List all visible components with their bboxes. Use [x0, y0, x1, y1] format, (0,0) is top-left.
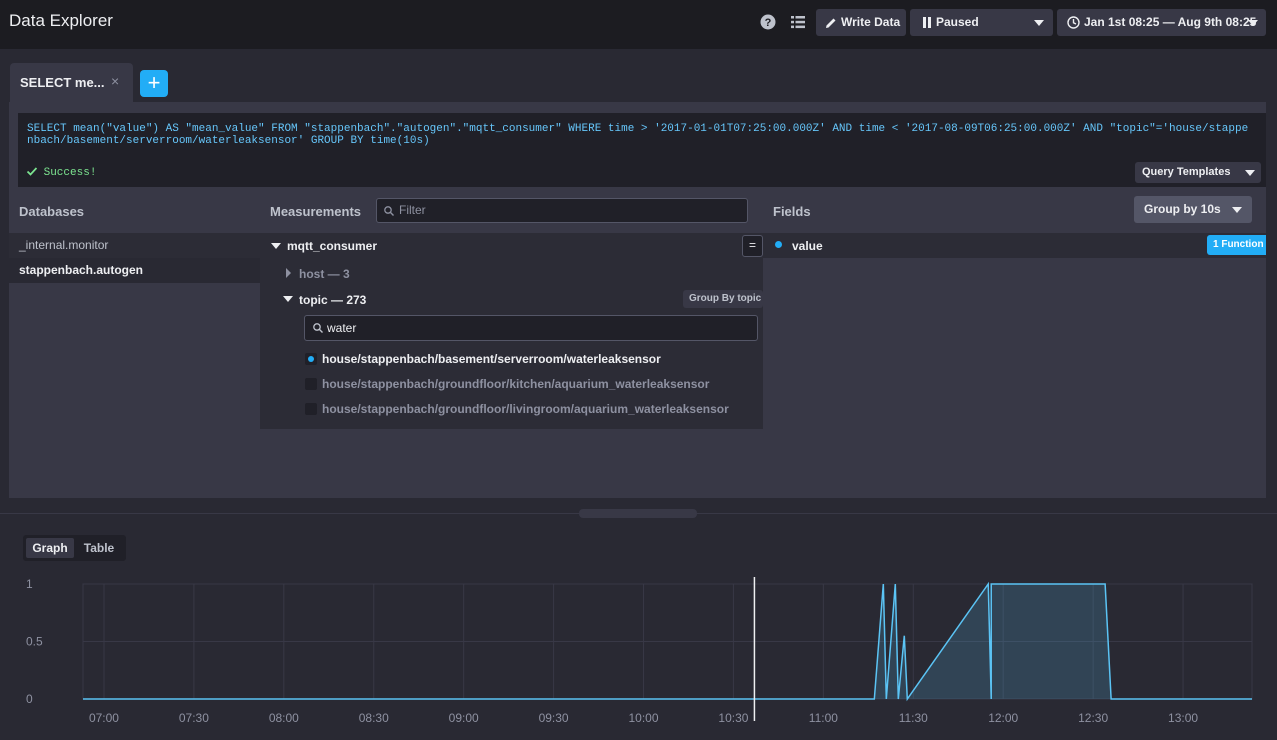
query-builder: SELECT mean("value") AS "mean_value" FRO…	[9, 102, 1266, 498]
auto-refresh-dropdown[interactable]: Paused	[910, 9, 1053, 36]
tag-value-checkbox[interactable]	[305, 378, 317, 390]
x-tick-label: 12:00	[988, 711, 1018, 725]
x-tick-label: 09:00	[449, 711, 479, 725]
page-title: Data Explorer	[9, 11, 113, 30]
search-icon	[384, 206, 394, 216]
x-tick-label: 07:30	[179, 711, 209, 725]
search-icon	[313, 323, 323, 333]
x-tick-label: 10:30	[718, 711, 748, 725]
measurement-item-mqtt-consumer[interactable]: mqtt_consumer	[287, 239, 377, 253]
x-tick-label: 08:30	[359, 711, 389, 725]
write-data-button[interactable]: Write Data	[816, 9, 906, 36]
query-templates-label: Query Templates	[1142, 166, 1231, 178]
tag-value-item[interactable]: house/stappenbach/groundfloor/livingroom…	[322, 402, 729, 416]
function-selector-button[interactable]: 1 Function	[1207, 235, 1266, 255]
line-graph[interactable]: 07:00 07:30 08:00 08:30 09:00 09:30 10:00 10:30…	[9, 529, 1266, 740]
database-item-internal-monitor[interactable]: _internal.monitor	[9, 233, 260, 258]
query-tab[interactable]: SELECT me... ×	[10, 63, 133, 102]
query-text[interactable]: SELECT mean("value") AS "mean_value" FRO…	[27, 123, 1252, 147]
expand-right-icon[interactable]	[286, 268, 291, 278]
clock-icon	[1067, 16, 1080, 29]
help-icon[interactable]: ?	[760, 14, 776, 30]
field-label: value	[792, 239, 823, 253]
tag-value-checkbox-checked[interactable]	[305, 353, 317, 365]
x-tick-label: 13:00	[1168, 711, 1198, 725]
measurements-list: mqtt_consumer = host — 3 topic — 273 Gro…	[260, 233, 763, 429]
tag-value-item[interactable]: house/stappenbach/basement/serverroom/wa…	[322, 352, 661, 366]
tag-operator-toggle[interactable]: =	[742, 235, 763, 257]
auto-refresh-label: Paused	[936, 15, 979, 29]
y-tick-label: 0	[26, 692, 33, 706]
filter-placeholder: Filter	[399, 203, 426, 217]
databases-heading: Databases	[19, 204, 85, 219]
y-tick-label: 1	[26, 577, 33, 591]
svg-text:?: ?	[765, 17, 772, 29]
field-selected-indicator	[775, 241, 782, 248]
group-by-time-label: Group by 10s	[1144, 202, 1221, 216]
add-query-button[interactable]: +	[140, 70, 168, 97]
time-range-label: Jan 1st 08:25 — Aug 9th 08:25	[1084, 15, 1257, 29]
x-tick-label: 07:00	[89, 711, 119, 725]
visualization-panel: Graph Table 07:00 07:30 08:00 08:30 09:00 09:…	[9, 529, 1266, 740]
query-tab-label: SELECT me...	[20, 75, 105, 90]
tag-key-host[interactable]: host — 3	[299, 267, 350, 281]
tag-value-checkbox[interactable]	[305, 403, 317, 415]
measurements-heading: Measurements	[270, 204, 362, 219]
time-range-dropdown[interactable]: Jan 1st 08:25 — Aug 9th 08:25	[1057, 9, 1266, 36]
x-tick-label: 11:00	[809, 711, 838, 725]
query-status-label: Success!	[43, 167, 97, 179]
group-by-tag-button[interactable]: Group By topic	[683, 290, 763, 308]
x-tick-label: 10:00	[629, 711, 659, 725]
chevron-down-icon	[1245, 170, 1255, 176]
x-tick-label: 09:30	[539, 711, 569, 725]
x-tick-label: 11:30	[899, 711, 928, 725]
x-tick-label: 12:30	[1078, 711, 1108, 725]
databases-list: _internal.monitor stappenbach.autogen	[9, 233, 260, 498]
tag-key-topic[interactable]: topic — 273	[299, 293, 366, 307]
chevron-down-icon	[1034, 20, 1044, 26]
checkmark-icon	[26, 167, 38, 176]
pencil-icon	[826, 18, 836, 28]
fields-list: value 1 Function	[763, 233, 1266, 498]
tag-value-item[interactable]: house/stappenbach/groundfloor/kitchen/aq…	[322, 377, 709, 391]
list-view-icon[interactable]	[790, 14, 806, 30]
query-editor[interactable]: SELECT mean("value") AS "mean_value" FRO…	[18, 113, 1266, 187]
database-item-stappenbach-autogen[interactable]: stappenbach.autogen	[9, 258, 260, 283]
fields-heading: Fields	[773, 204, 811, 219]
query-tab-bar: SELECT me... × +	[0, 49, 1277, 102]
tag-values-search-input[interactable]: water	[304, 315, 758, 341]
field-item-value[interactable]: value 1 Function	[763, 233, 1266, 258]
query-status: Success!	[26, 167, 97, 179]
group-by-time-dropdown[interactable]: Group by 10s	[1134, 196, 1252, 223]
expand-down-icon[interactable]	[283, 296, 293, 302]
chevron-down-icon	[1232, 207, 1242, 213]
query-templates-dropdown[interactable]: Query Templates	[1135, 162, 1261, 183]
pause-icon	[923, 17, 931, 28]
app-header: Data Explorer ? Write Data Paused Jan 1s…	[0, 0, 1277, 49]
close-tab-icon[interactable]: ×	[111, 73, 119, 89]
x-tick-label: 08:00	[269, 711, 299, 725]
chevron-down-icon	[1248, 20, 1258, 26]
measurements-filter-input[interactable]: Filter	[376, 198, 748, 223]
tag-search-value: water	[327, 321, 357, 335]
expand-down-icon[interactable]	[271, 243, 281, 249]
y-tick-label: 0.5	[26, 635, 43, 649]
resizer-handle[interactable]	[579, 509, 697, 518]
write-data-label: Write Data	[841, 15, 901, 29]
